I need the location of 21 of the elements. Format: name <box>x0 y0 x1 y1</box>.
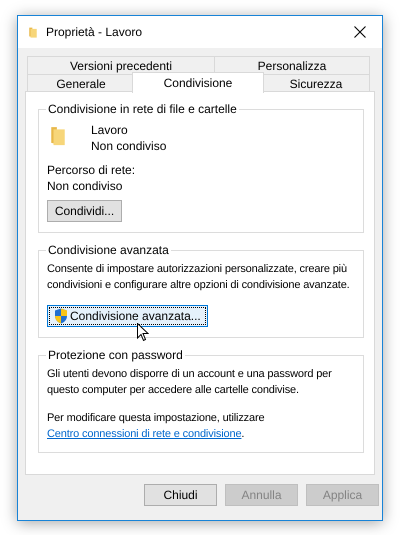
network-center-link[interactable]: Centro connessioni di rete e condivisione <box>47 428 242 440</box>
tab[interactable]: Versioni precedenti <box>27 56 215 74</box>
cursor-icon <box>137 323 149 342</box>
group-title: Condivisione in rete di file e cartelle <box>47 102 238 116</box>
window-title: Proprietà - Lavoro <box>46 25 144 39</box>
description: Gli utenti devono disporre di un account e una password per questo computer per accedere alle cartelle condivise. <box>47 368 332 396</box>
group-title: Protezione con password <box>47 348 184 362</box>
shield-icon <box>54 308 68 324</box>
folder-name: Lavoro <box>91 122 129 138</box>
tab[interactable]: Personalizza <box>214 56 370 74</box>
description: Consente di impostare autorizzazioni personalizzate, creare più condivisioni e configurare altre opzioni di condivisione avanzate. <box>47 263 350 291</box>
settings-note: Per modificare questa impostazione, utilizzare Centro connessioni di rete e condivisione. <box>47 411 266 442</box>
dialog-button[interactable]: Chiudi <box>144 484 217 506</box>
share-button[interactable]: Condividi... <box>47 200 122 222</box>
folder-icon <box>28 25 38 39</box>
share-status: Non condiviso <box>91 138 166 154</box>
tab[interactable]: Condivisione <box>132 72 264 93</box>
network-path-value: Non condiviso <box>47 178 124 194</box>
network-path-label: Percorso di rete: <box>47 162 136 178</box>
advanced-sharing-button[interactable]: Condivisione avanzata... <box>47 305 208 327</box>
group-title: Condivisione avanzata <box>47 243 170 257</box>
